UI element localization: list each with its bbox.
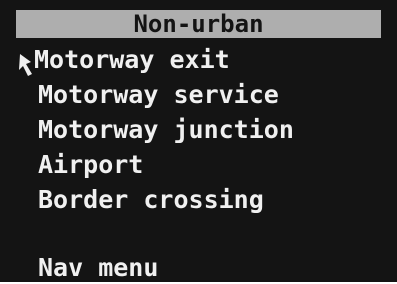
nav-menu-button[interactable]: Nav menu	[38, 251, 158, 282]
menu-item-motorway-exit[interactable]: Motorway exit	[34, 43, 230, 77]
menu-title: Non-urban	[16, 10, 381, 38]
menu-item-motorway-junction[interactable]: Motorway junction	[38, 113, 294, 147]
pointer-down-arrow-icon	[19, 54, 32, 76]
menu-item-border-crossing[interactable]: Border crossing	[38, 183, 264, 217]
menu-item-motorway-service[interactable]: Motorway service	[38, 78, 279, 112]
nav-screen: Non-urban Motorway exit Motorway service…	[0, 0, 397, 282]
menu-item-airport[interactable]: Airport	[38, 148, 143, 182]
